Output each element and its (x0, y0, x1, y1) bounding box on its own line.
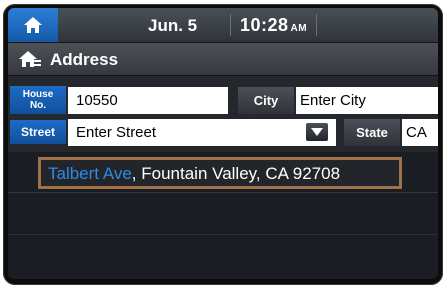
time-display: 10:28 (240, 15, 289, 35)
house-no-label[interactable]: House No. (10, 86, 66, 114)
house-no-label-line2: No. (29, 100, 47, 111)
list-divider (8, 234, 438, 235)
home-button[interactable] (8, 8, 58, 42)
status-bar: Jun. 5 10:28 AM (8, 8, 438, 43)
screen: Jun. 5 10:28 AM Address House No. 10550 C… (8, 8, 438, 279)
result-list: Talbert Ave, Fountain Valley, CA 92708 (8, 152, 438, 279)
clock[interactable]: 10:28 AM (240, 15, 307, 36)
status-divider-right (316, 14, 317, 36)
result-rest-text: , Fountain Valley, CA 92708 (131, 164, 341, 183)
chevron-down-icon (311, 128, 323, 136)
address-home-icon (19, 51, 41, 67)
home-icon (24, 17, 42, 33)
street-dropdown-button[interactable] (306, 123, 328, 141)
street-field-value: Enter Street (76, 124, 157, 141)
city-label[interactable]: City (238, 87, 294, 114)
house-no-label-line1: House (22, 89, 54, 100)
result-match-text: Talbert Ave (48, 164, 132, 183)
state-label[interactable]: State (344, 119, 400, 146)
page-title: Address (50, 50, 119, 69)
city-field[interactable]: Enter City (296, 87, 438, 114)
state-field[interactable]: CA (402, 119, 438, 146)
street-label[interactable]: Street (10, 120, 66, 144)
result-text: Talbert Ave, Fountain Valley, CA 92708 (48, 164, 340, 184)
address-form: House No. 10550 City Enter City Street E… (8, 76, 438, 152)
list-item[interactable]: Talbert Ave, Fountain Valley, CA 92708 (8, 152, 438, 193)
street-field[interactable]: Enter Street (68, 119, 336, 146)
date-display: Jun. 5 (148, 16, 198, 35)
house-no-field[interactable]: 10550 (68, 87, 228, 114)
status-divider (230, 14, 231, 36)
ampm-display: AM (290, 23, 308, 34)
title-bar: Address (8, 43, 438, 76)
